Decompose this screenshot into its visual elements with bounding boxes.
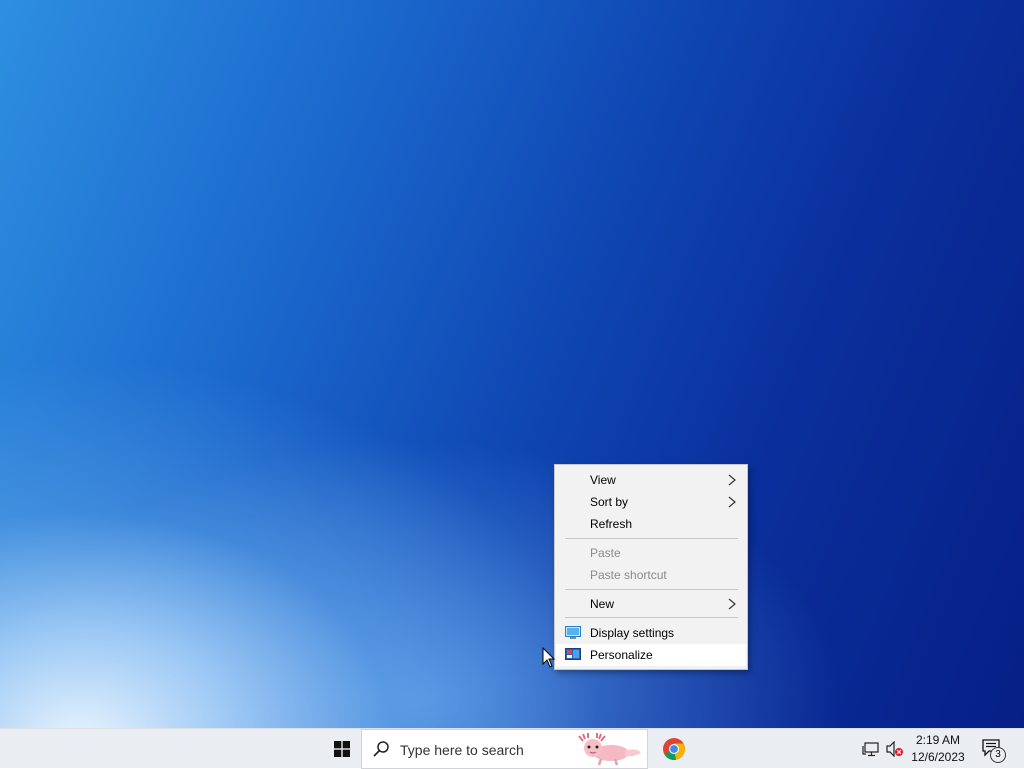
- desktop[interactable]: [0, 0, 1024, 728]
- search-icon: [373, 741, 389, 757]
- menu-item-label: Sort by: [590, 495, 629, 509]
- menu-item-personalize[interactable]: Personalize: [556, 644, 746, 666]
- menu-item-label: Paste: [590, 546, 621, 560]
- volume-muted-icon[interactable]: [886, 741, 904, 757]
- clock-date: 12/6/2023: [911, 750, 965, 764]
- menu-item-new[interactable]: New: [556, 593, 746, 615]
- menu-item-view[interactable]: View: [556, 469, 746, 491]
- menu-separator: [565, 538, 738, 539]
- notification-count-badge: 3: [990, 747, 1006, 763]
- search-placeholder: Type here to search: [400, 742, 524, 758]
- menu-item-paste-shortcut[interactable]: Paste shortcut: [556, 564, 746, 586]
- menu-item-paste[interactable]: Paste: [556, 542, 746, 564]
- menu-item-label: Paste shortcut: [590, 568, 667, 582]
- action-center-button[interactable]: 3: [976, 729, 1016, 769]
- menu-item-sort-by[interactable]: Sort by: [556, 491, 746, 513]
- windows-logo-icon: [334, 741, 350, 757]
- chevron-right-icon: [728, 598, 736, 610]
- network-icon[interactable]: [862, 741, 880, 757]
- personalize-icon: [565, 648, 581, 660]
- display-settings-icon: [565, 626, 581, 639]
- start-button[interactable]: [322, 729, 362, 769]
- menu-separator: [565, 589, 738, 590]
- menu-item-display-settings[interactable]: Display settings: [556, 622, 746, 644]
- menu-item-label: Refresh: [590, 517, 633, 531]
- menu-item-label: Personalize: [590, 648, 653, 662]
- chevron-right-icon: [728, 474, 736, 486]
- menu-separator: [565, 617, 738, 618]
- taskbar-clock[interactable]: 2:19 AM 12/6/2023: [906, 732, 970, 766]
- chevron-right-icon: [728, 496, 736, 508]
- chrome-icon: [663, 738, 685, 760]
- mouse-cursor-icon: [542, 647, 556, 668]
- menu-item-refresh[interactable]: Refresh: [556, 513, 746, 535]
- menu-item-label: New: [590, 597, 615, 611]
- taskbar: Type here to search 2:19 AM 12/6/2023 3: [0, 728, 1024, 769]
- menu-item-label: Display settings: [590, 626, 675, 640]
- desktop-context-menu: View Sort by Refresh Paste Paste shortcu…: [554, 464, 748, 670]
- taskbar-app-chrome[interactable]: [654, 729, 694, 769]
- taskbar-search-box[interactable]: Type here to search: [361, 729, 648, 769]
- menu-item-label: View: [590, 473, 616, 487]
- clock-time: 2:19 AM: [915, 733, 961, 747]
- axolotl-search-highlight-icon: [578, 733, 641, 766]
